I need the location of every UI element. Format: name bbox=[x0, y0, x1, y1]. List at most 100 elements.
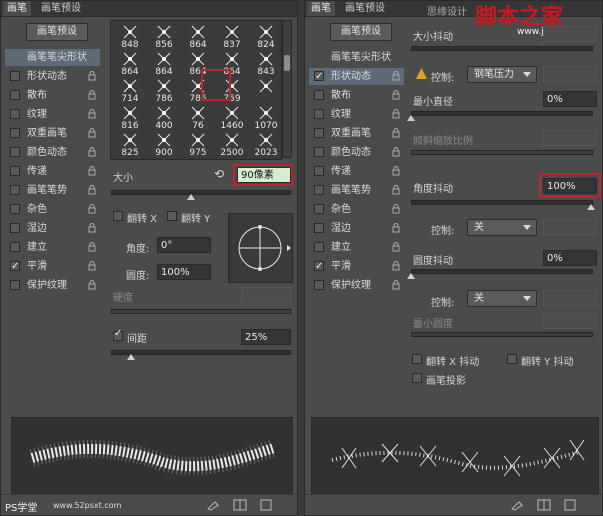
min-diameter-slider[interactable] bbox=[411, 111, 593, 116]
brush-tip[interactable]: 2023 bbox=[249, 131, 281, 158]
brush-option-checkbox[interactable] bbox=[10, 166, 20, 176]
brush-option-5[interactable]: 颜色动态 bbox=[5, 144, 100, 161]
lock-icon[interactable] bbox=[88, 242, 96, 252]
brush-option-checkbox[interactable] bbox=[314, 68, 324, 85]
lock-icon[interactable] bbox=[392, 147, 400, 157]
brush-option-1[interactable]: 形状动态 bbox=[5, 68, 100, 85]
angle-input[interactable]: 0° bbox=[157, 237, 211, 253]
lock-icon[interactable] bbox=[392, 261, 400, 271]
brush-option-10[interactable]: 建立 bbox=[5, 239, 100, 256]
brush-tip[interactable]: 900 bbox=[147, 131, 181, 158]
brush-option-checkbox[interactable] bbox=[314, 90, 324, 100]
brush-option-2[interactable]: 散布 bbox=[309, 87, 404, 104]
brush-option-checkbox[interactable] bbox=[314, 223, 324, 233]
brush-option-9[interactable]: 湿边 bbox=[309, 220, 404, 237]
brush-tip[interactable]: 1070 bbox=[249, 104, 281, 131]
lock-icon[interactable] bbox=[88, 128, 96, 138]
brush-tip[interactable]: 848 bbox=[113, 23, 147, 50]
roundness-jitter-input[interactable]: 0% bbox=[543, 250, 597, 266]
angle-roundness-preview[interactable] bbox=[228, 213, 293, 283]
brush-option-12[interactable]: 保护纹理 bbox=[309, 277, 404, 294]
brush-tip[interactable]: 864 bbox=[113, 50, 147, 77]
brush-tip[interactable]: 786 bbox=[147, 77, 181, 104]
brush-option-7[interactable]: 画笔笔势 bbox=[309, 182, 404, 199]
brush-option-10[interactable]: 建立 bbox=[309, 239, 404, 256]
brush-option-6[interactable]: 传递 bbox=[5, 163, 100, 180]
spacing-slider[interactable] bbox=[111, 350, 291, 355]
brush-tip[interactable]: 400 bbox=[147, 104, 181, 131]
spacing-slider-thumb[interactable] bbox=[127, 354, 135, 360]
brush-option-checkbox[interactable] bbox=[10, 71, 20, 81]
control-dropdown-off-2[interactable]: 关 bbox=[467, 290, 537, 307]
lock-icon[interactable] bbox=[88, 204, 96, 214]
min-diameter-thumb[interactable] bbox=[407, 115, 415, 121]
spacing-checkbox[interactable] bbox=[113, 328, 123, 341]
brush-tip[interactable]: 76 bbox=[181, 104, 215, 131]
brush-option-checkbox[interactable] bbox=[314, 147, 324, 157]
new-brush-icon[interactable] bbox=[259, 499, 273, 511]
flip-x-checkbox[interactable] bbox=[113, 211, 123, 221]
lock-icon[interactable] bbox=[88, 166, 96, 176]
new-brush-icon[interactable] bbox=[563, 499, 577, 511]
brush-tip[interactable]: 975 bbox=[181, 131, 215, 158]
spacing-input[interactable]: 25% bbox=[241, 329, 291, 345]
toggle-brush-icon[interactable] bbox=[511, 499, 525, 511]
brush-option-checkbox[interactable] bbox=[314, 128, 324, 138]
brush-option-0[interactable]: 画笔笔尖形状 bbox=[309, 49, 404, 66]
tab-brush[interactable]: 画笔 bbox=[307, 1, 335, 16]
brush-option-checkbox[interactable] bbox=[10, 242, 20, 252]
roundness-jitter-thumb[interactable] bbox=[407, 273, 415, 279]
lock-icon[interactable] bbox=[88, 71, 96, 81]
brush-option-9[interactable]: 湿边 bbox=[5, 220, 100, 237]
brush-option-checkbox[interactable] bbox=[314, 204, 324, 214]
tab-brush-presets[interactable]: 画笔预设 bbox=[37, 1, 85, 16]
brush-option-4[interactable]: 双重画笔 bbox=[5, 125, 100, 142]
toggle-brush-icon[interactable] bbox=[207, 499, 221, 511]
lock-icon[interactable] bbox=[392, 90, 400, 100]
lock-icon[interactable] bbox=[88, 261, 96, 271]
brush-option-checkbox[interactable] bbox=[314, 258, 324, 275]
brush-presets-button[interactable]: 画笔预设 bbox=[330, 23, 392, 41]
lock-icon[interactable] bbox=[392, 109, 400, 119]
lock-icon[interactable] bbox=[88, 109, 96, 119]
control-dropdown-off-1[interactable]: 关 bbox=[467, 219, 537, 236]
brush-tip[interactable]: 824 bbox=[249, 23, 281, 50]
brush-option-checkbox[interactable] bbox=[314, 109, 324, 119]
brush-tip[interactable]: 714 bbox=[113, 77, 147, 104]
brush-option-checkbox[interactable] bbox=[314, 242, 324, 252]
size-slider-thumb[interactable] bbox=[187, 194, 195, 200]
tab-brush-presets[interactable]: 画笔预设 bbox=[341, 1, 389, 16]
brush-tip-grid[interactable]: 848 856 864 837 824 864 864 864 864 843 714 786 786 7… bbox=[110, 20, 282, 160]
lock-icon[interactable] bbox=[88, 90, 96, 100]
brush-option-checkbox[interactable] bbox=[10, 90, 20, 100]
flip-x-jitter-checkbox[interactable] bbox=[412, 354, 422, 364]
brush-tip[interactable]: 843 bbox=[249, 50, 281, 77]
lock-icon[interactable] bbox=[392, 204, 400, 214]
brush-option-3[interactable]: 纹理 bbox=[5, 106, 100, 123]
lock-icon[interactable] bbox=[88, 280, 96, 290]
grid-toggle-icon[interactable] bbox=[537, 499, 551, 511]
lock-icon[interactable] bbox=[392, 71, 400, 81]
brush-option-7[interactable]: 画笔笔势 bbox=[5, 182, 100, 199]
brush-option-12[interactable]: 保护纹理 bbox=[5, 277, 100, 294]
brush-option-8[interactable]: 杂色 bbox=[309, 201, 404, 218]
brush-option-11[interactable]: 平滑 bbox=[309, 258, 404, 275]
brush-option-checkbox[interactable] bbox=[10, 280, 20, 290]
tab-brush[interactable]: 画笔 bbox=[3, 1, 31, 16]
brush-grid-scrollbar[interactable] bbox=[282, 20, 292, 158]
reset-size-icon[interactable]: ⟲ bbox=[214, 167, 224, 181]
control-dropdown-pen-pressure[interactable]: 钢笔压力 bbox=[467, 66, 537, 83]
brush-option-checkbox[interactable] bbox=[10, 147, 20, 157]
flip-y-jitter-checkbox[interactable] bbox=[507, 354, 517, 364]
brush-option-3[interactable]: 纹理 bbox=[309, 106, 404, 123]
size-jitter-slider[interactable] bbox=[411, 46, 593, 51]
brush-option-6[interactable]: 传递 bbox=[309, 163, 404, 180]
brush-option-8[interactable]: 杂色 bbox=[5, 201, 100, 218]
lock-icon[interactable] bbox=[88, 147, 96, 157]
lock-icon[interactable] bbox=[392, 185, 400, 195]
brush-option-checkbox[interactable] bbox=[10, 204, 20, 214]
lock-icon[interactable] bbox=[392, 242, 400, 252]
brush-tip[interactable]: 2500 bbox=[215, 131, 249, 158]
lock-icon[interactable] bbox=[392, 223, 400, 233]
brush-tip[interactable]: 816 bbox=[113, 104, 147, 131]
